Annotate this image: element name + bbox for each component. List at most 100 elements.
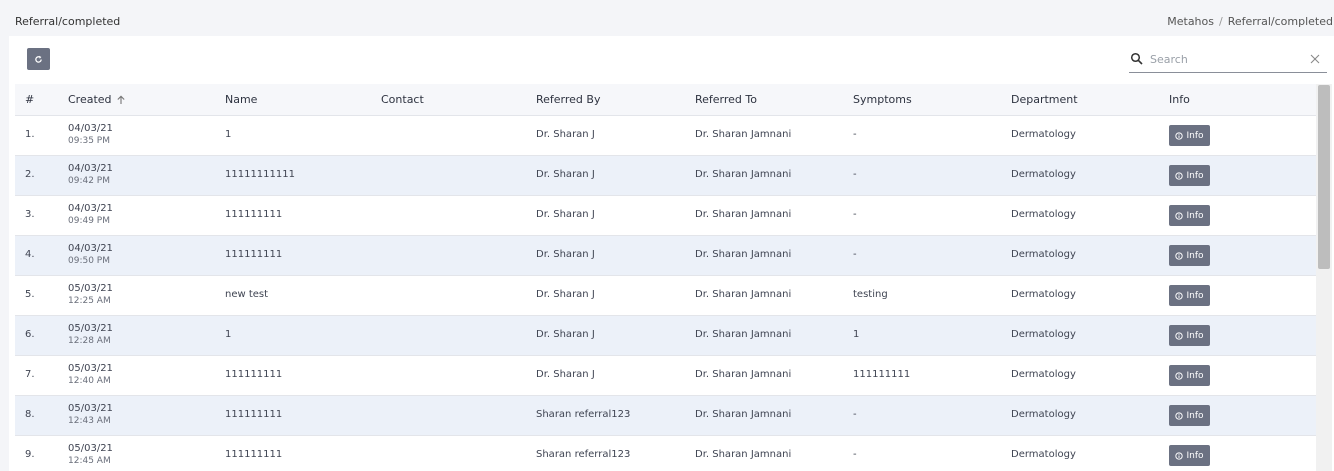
cell-referred-by: Dr. Sharan J — [536, 169, 595, 180]
info-button-label: Info — [1186, 330, 1204, 341]
cell-created: 05/03/21 12:28 AM — [68, 322, 113, 348]
table-row: 9. 111111111 Sharan referral123 Dr. Sharan … — [15, 436, 1316, 471]
cell-symptoms: - — [853, 129, 857, 140]
cell-referred-to: Dr. Sharan Jamnani — [695, 409, 792, 420]
cell-name: 11111111111 — [225, 169, 295, 180]
cell-symptoms: - — [853, 249, 857, 260]
search-box — [1129, 48, 1327, 73]
cell-name: 111111111 — [225, 409, 283, 420]
referral-table-card: # Created Name Contact Referred By Refer… — [9, 36, 1334, 471]
table-row: 1. 1 Dr. Sharan J Dr. Sharan Jamnani - Dermat… — [15, 116, 1316, 156]
refresh-button[interactable] — [27, 48, 50, 70]
info-button[interactable]: Info — [1169, 405, 1210, 426]
breadcrumb-separator: / — [1219, 15, 1223, 28]
created-date: 05/03/21 — [68, 403, 113, 414]
info-button[interactable]: Info — [1169, 245, 1210, 266]
info-circle-icon — [1175, 211, 1184, 220]
cell-name: 111111111 — [225, 369, 283, 380]
header-name[interactable]: Name — [225, 93, 257, 106]
cell-referred-to: Dr. Sharan Jamnani — [695, 369, 792, 380]
table-row: 4. 111111111 Dr. Sharan J Dr. Sharan Jamnan… — [15, 236, 1316, 276]
info-button-label: Info — [1186, 370, 1204, 381]
cell-department: Dermatology — [1011, 409, 1076, 420]
info-button-label: Info — [1186, 170, 1204, 181]
cell-number: 2. — [25, 169, 35, 180]
breadcrumb: Metahos / Referral/completed — [1167, 15, 1333, 28]
info-circle-icon — [1175, 411, 1184, 420]
cell-referred-by: Dr. Sharan J — [536, 129, 595, 140]
header-symptoms[interactable]: Symptoms — [853, 93, 912, 106]
breadcrumb-root-link[interactable]: Metahos — [1167, 15, 1214, 28]
cell-name: 1 — [225, 129, 232, 140]
table-row: 5. new test Dr. Sharan J Dr. Sharan Jamnani… — [15, 276, 1316, 316]
header-department[interactable]: Department — [1011, 93, 1078, 106]
cell-number: 1. — [25, 129, 35, 140]
cell-symptoms: - — [853, 449, 857, 460]
cell-department: Dermatology — [1011, 169, 1076, 180]
header-referred-by[interactable]: Referred By — [536, 93, 600, 106]
created-date: 05/03/21 — [68, 443, 113, 454]
info-button-label: Info — [1186, 130, 1204, 141]
cell-symptoms: 1 — [853, 329, 860, 340]
cell-symptoms: testing — [853, 289, 888, 300]
cell-created: 05/03/21 12:45 AM — [68, 442, 113, 468]
cell-department: Dermatology — [1011, 449, 1076, 460]
info-button[interactable]: Info — [1169, 125, 1210, 146]
info-button[interactable]: Info — [1169, 445, 1210, 466]
cell-referred-by: Dr. Sharan J — [536, 209, 595, 220]
info-button[interactable]: Info — [1169, 205, 1210, 226]
info-circle-icon — [1175, 371, 1184, 380]
info-circle-icon — [1175, 131, 1184, 140]
cell-department: Dermatology — [1011, 129, 1076, 140]
info-button[interactable]: Info — [1169, 325, 1210, 346]
created-time: 12:45 AM — [68, 456, 111, 466]
cell-created: 05/03/21 12:43 AM — [68, 402, 113, 428]
created-date: 05/03/21 — [68, 323, 113, 334]
header-contact[interactable]: Contact — [381, 93, 424, 106]
table-row: 2. 11111111111 Dr. Sharan J Dr. Sharan Jamn… — [15, 156, 1316, 196]
cell-referred-by: Dr. Sharan J — [536, 249, 595, 260]
created-date: 04/03/21 — [68, 203, 113, 214]
cell-referred-by: Sharan referral123 — [536, 409, 631, 420]
cell-department: Dermatology — [1011, 329, 1076, 340]
created-time: 12:43 AM — [68, 416, 111, 426]
info-circle-icon — [1175, 251, 1184, 260]
scrollbar-thumb[interactable] — [1318, 85, 1330, 269]
created-time: 09:35 PM — [68, 136, 110, 146]
cell-number: 6. — [25, 329, 35, 340]
vertical-scrollbar[interactable] — [1316, 84, 1332, 471]
cell-name: new test — [225, 289, 269, 300]
table-header: # Created Name Contact Referred By Refer… — [15, 84, 1316, 116]
cell-number: 8. — [25, 409, 35, 420]
cell-number: 7. — [25, 369, 35, 380]
cell-symptoms: - — [853, 209, 857, 220]
page-title: Referral/completed — [15, 15, 121, 28]
cell-name: 1 — [225, 329, 232, 340]
table-body: 1. 1 Dr. Sharan J Dr. Sharan Jamnani - Dermat… — [15, 116, 1316, 471]
search-input[interactable] — [1150, 50, 1300, 68]
table-row: 7. 111111111 Dr. Sharan J Dr. Sharan Jamnan… — [15, 356, 1316, 396]
cell-department: Dermatology — [1011, 249, 1076, 260]
cell-symptoms: 111111111 — [853, 369, 911, 380]
created-date: 04/03/21 — [68, 163, 113, 174]
header-number: # — [25, 93, 35, 106]
info-button[interactable]: Info — [1169, 365, 1210, 386]
refresh-icon — [35, 55, 42, 63]
info-button[interactable]: Info — [1169, 285, 1210, 306]
cell-referred-by: Dr. Sharan J — [536, 329, 595, 340]
cell-number: 9. — [25, 449, 35, 460]
cell-number: 3. — [25, 209, 35, 220]
cell-referred-to: Dr. Sharan Jamnani — [695, 289, 792, 300]
created-date: 04/03/21 — [68, 243, 113, 254]
arrow-up-icon — [116, 95, 125, 104]
info-button[interactable]: Info — [1169, 165, 1210, 186]
header-created[interactable]: Created — [68, 93, 126, 106]
cell-number: 4. — [25, 249, 35, 260]
created-date: 04/03/21 — [68, 123, 113, 134]
cell-number: 5. — [25, 289, 35, 300]
header-referred-to[interactable]: Referred To — [695, 93, 757, 106]
close-icon[interactable] — [1309, 53, 1321, 65]
created-date: 05/03/21 — [68, 363, 113, 374]
cell-created: 04/03/21 09:42 PM — [68, 162, 113, 188]
cell-department: Dermatology — [1011, 209, 1076, 220]
